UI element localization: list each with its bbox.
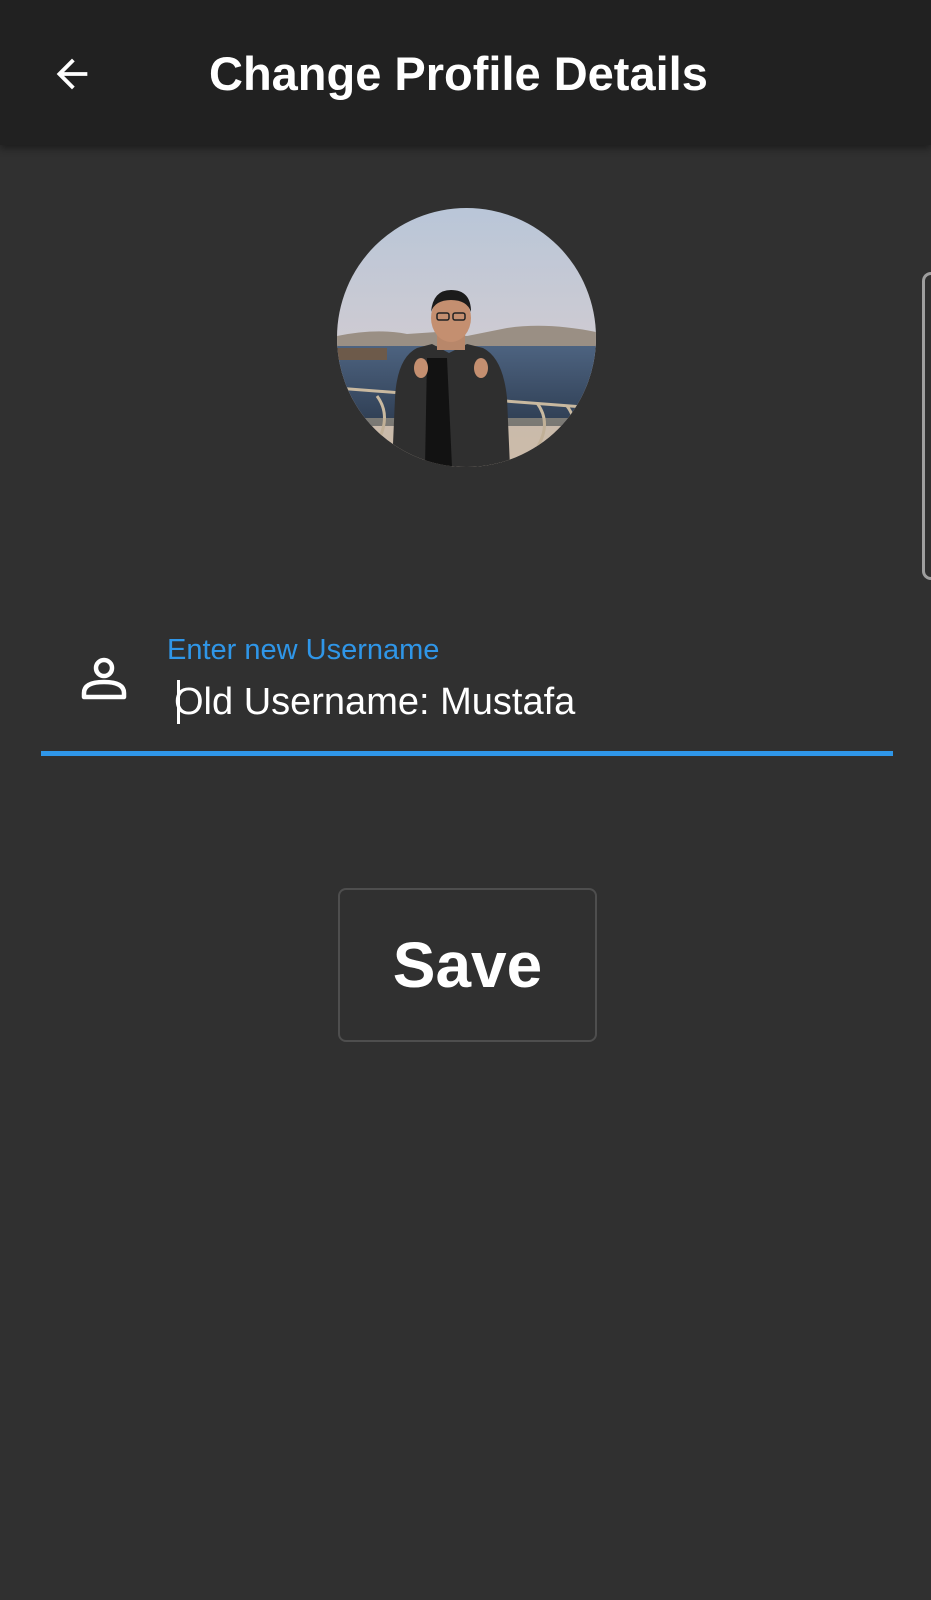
app-bar: Change Profile Details — [0, 0, 931, 145]
change-profile-screen: Change Profile Details Enter new Usernam… — [0, 0, 931, 1600]
person-outline-icon — [81, 657, 127, 700]
username-field-label: Enter new Username — [167, 634, 440, 666]
scroll-indicator[interactable] — [922, 272, 931, 580]
save-button[interactable]: Save — [338, 888, 597, 1042]
arrow-left-icon — [56, 58, 88, 90]
page-title: Change Profile Details — [209, 47, 708, 100]
username-input[interactable] — [167, 672, 874, 732]
back-button[interactable] — [38, 40, 106, 108]
text-cursor — [177, 680, 180, 724]
username-field-underline — [41, 751, 893, 756]
profile-avatar[interactable] — [337, 208, 596, 467]
username-field: Enter new Username — [41, 620, 893, 757]
